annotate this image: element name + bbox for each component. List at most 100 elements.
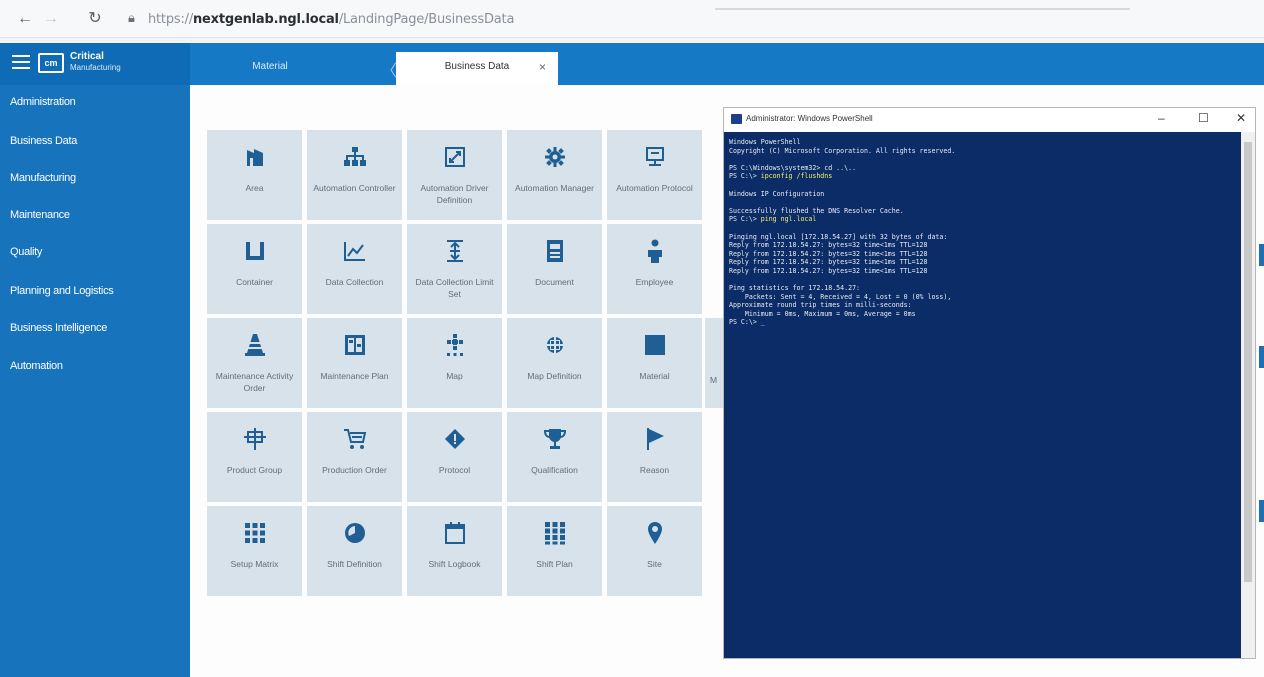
logo: cm [38, 53, 64, 73]
driver-icon [407, 142, 502, 172]
scrollbar[interactable] [1241, 132, 1255, 658]
forward-arrow-icon[interactable]: → [40, 8, 62, 30]
tile-partial[interactable]: M [705, 318, 725, 408]
console-text: Packets: Sent = 4, Received = 4, Lost = … [729, 292, 952, 301]
sidebar-item-maintenance[interactable]: Maintenance [10, 209, 70, 221]
tile-maintenance-activity-order[interactable]: Maintenance Activity Order [207, 318, 302, 408]
sidebar-item-business-intelligence[interactable]: Business Intelligence [10, 322, 107, 334]
tile-material[interactable]: Material [607, 318, 702, 408]
console-line: Approximate round trip times in milli-se… [729, 301, 1237, 310]
console-line [729, 155, 1237, 164]
tile-label: Shift Logbook [428, 559, 481, 569]
tile-map-definition[interactable]: Map Definition [507, 318, 602, 408]
url-field[interactable]: https://nextgenlab.ngl.local/LandingPage… [148, 12, 514, 27]
tile-label: Maintenance Plan [320, 371, 389, 381]
close-icon[interactable]: × [539, 52, 546, 82]
console-text: Reply from 172.18.54.27: bytes=32 time<1… [729, 258, 928, 267]
sidebar-item-business-data[interactable]: Business Data [10, 135, 77, 147]
console-line [729, 181, 1237, 190]
tile-label: Reason [639, 465, 670, 475]
maximize-icon[interactable]: ☐ [1198, 111, 1209, 125]
tab-business-data[interactable]: Business Data × [396, 52, 558, 85]
tile-automation-protocol[interactable]: Automation Protocol [607, 130, 702, 220]
sidebar-item-quality[interactable]: Quality [10, 246, 42, 258]
tile-label: Shift Definition [327, 559, 382, 569]
hierarchy-icon [307, 142, 402, 172]
tile-automation-driver-definition[interactable]: Automation Driver Definition [407, 130, 502, 220]
tile-document[interactable]: Document [507, 224, 602, 314]
lock-icon: 🔒︎ [128, 10, 135, 25]
url-prefix: https:// [148, 12, 193, 27]
tile-production-order[interactable]: Production Order [307, 412, 402, 502]
console-line: Reply from 172.18.54.27: bytes=32 time<1… [729, 250, 1237, 259]
tile-shift-logbook[interactable]: Shift Logbook [407, 506, 502, 596]
document-icon [507, 236, 602, 266]
background-edge [1257, 85, 1264, 677]
console-line: Minimum = 0ms, Maximum = 0ms, Average = … [729, 310, 1237, 319]
diamond-icon [407, 424, 502, 454]
tile-data-collection-limit-set[interactable]: Data Collection Limit Set [407, 224, 502, 314]
tile-shift-definition[interactable]: Shift Definition [307, 506, 402, 596]
tile-area[interactable]: Area [207, 130, 302, 220]
sidebar-item-administration[interactable]: Administration [10, 96, 76, 108]
tile-data-collection[interactable]: Data Collection [307, 224, 402, 314]
scrollbar-thumb[interactable] [1244, 142, 1252, 582]
tile-qualification[interactable]: Qualification [507, 412, 602, 502]
monitor-icon [607, 142, 702, 172]
brand-name-line1: Critical [70, 51, 104, 62]
tile-reason[interactable]: Reason [607, 412, 702, 502]
chevron-left-icon[interactable]: 〈 [381, 57, 397, 81]
back-arrow-icon[interactable]: ← [14, 8, 36, 30]
tile-site[interactable]: Site [607, 506, 702, 596]
sidebar-item-planning-and-logistics[interactable]: Planning and Logistics [10, 285, 114, 297]
minimize-icon[interactable]: – [1158, 111, 1165, 125]
console-line: Pinging ngl.local [172.18.54.27] with 32… [729, 233, 1237, 242]
powershell-console[interactable]: Windows PowerShell Copyright (C) Microsof… [724, 132, 1242, 658]
brand-name: Critical Manufacturing [70, 51, 121, 73]
tile-protocol[interactable]: Protocol [407, 412, 502, 502]
tile-shift-plan[interactable]: Shift Plan [507, 506, 602, 596]
console-line: PS C:\> ping ngl.local [729, 215, 1237, 224]
tile-label: Container [236, 277, 273, 287]
sidebar-item-automation[interactable]: Automation [10, 360, 63, 372]
console-line: Reply from 172.18.54.27: bytes=32 time<1… [729, 241, 1237, 250]
tile-automation-controller[interactable]: Automation Controller [307, 130, 402, 220]
tile-label: Data Collection [325, 277, 384, 287]
tile-setup-matrix[interactable]: Setup Matrix [207, 506, 302, 596]
sidebar: Administration Business Data Manufacturi… [0, 85, 190, 677]
tab-label: Business Data [444, 61, 510, 72]
calendar-icon [407, 518, 502, 548]
powershell-window[interactable]: Administrator: Windows PowerShell – ☐ ✕ … [723, 107, 1256, 659]
chart-icon [307, 236, 402, 266]
trophy-icon [507, 424, 602, 454]
console-text: Reply from 172.18.54.27: bytes=32 time<1… [729, 249, 928, 258]
tile-label: Setup Matrix [230, 559, 279, 569]
tile-product-group[interactable]: Product Group [207, 412, 302, 502]
gear-icon [507, 142, 602, 172]
refresh-icon[interactable]: ↻ [84, 8, 106, 30]
close-icon[interactable]: ✕ [1236, 111, 1246, 125]
console-line: Reply from 172.18.54.27: bytes=32 time<1… [729, 258, 1237, 267]
console-text: Ping statistics for 172.18.54.27: [729, 284, 861, 293]
tile-maintenance-plan[interactable]: Maintenance Plan [307, 318, 402, 408]
tab-material[interactable]: Material [215, 52, 325, 85]
limit-icon [407, 236, 502, 266]
console-line [729, 276, 1237, 285]
tile-employee[interactable]: Employee [607, 224, 702, 314]
divider [715, 8, 1130, 10]
hamburger-menu-icon[interactable] [12, 55, 30, 69]
console-line: Windows IP Configuration [729, 190, 1237, 199]
console-line: Copyright (C) Microsoft Corporation. All… [729, 147, 1237, 156]
url-host: nextgenlab.ngl.local [193, 12, 339, 27]
tile-map[interactable]: Map [407, 318, 502, 408]
map-icon [407, 330, 502, 360]
tile-container[interactable]: Container [207, 224, 302, 314]
powershell-titlebar[interactable]: Administrator: Windows PowerShell – ☐ ✕ [724, 108, 1255, 132]
tile-label: Maintenance Activity Order [215, 371, 294, 393]
sidebar-item-manufacturing[interactable]: Manufacturing [10, 172, 76, 184]
tile-automation-manager[interactable]: Automation Manager [507, 130, 602, 220]
console-text: Successfully flushed the DNS Resolver Ca… [729, 206, 904, 215]
square-icon [607, 330, 702, 360]
